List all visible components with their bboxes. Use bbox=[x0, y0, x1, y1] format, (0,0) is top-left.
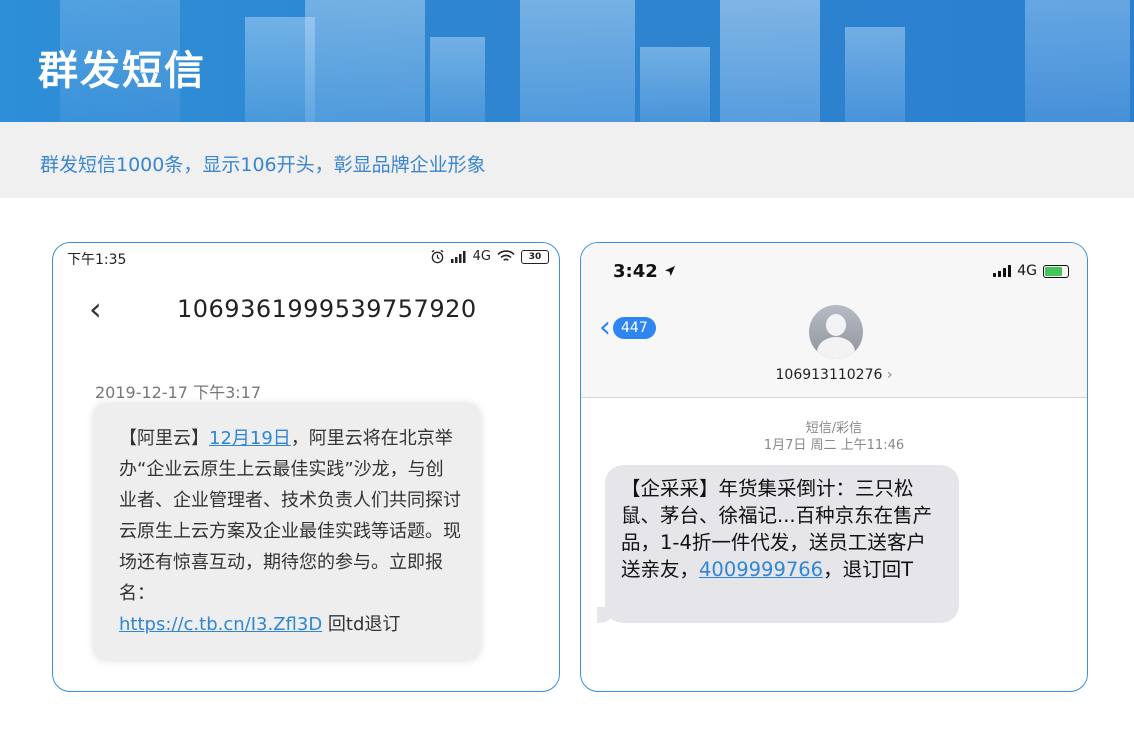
sender-number: 1069361999539757920 bbox=[177, 295, 477, 323]
battery-icon: 30 bbox=[521, 249, 549, 264]
signup-link[interactable]: https://c.tb.cn/I3.Zfl3D bbox=[119, 614, 322, 635]
status-bar: 下午1:35 4G 30 bbox=[67, 249, 549, 269]
status-icons: 4G bbox=[993, 263, 1069, 279]
building-graphic bbox=[305, 0, 425, 122]
date-link[interactable]: 12月19日 bbox=[209, 428, 291, 449]
network-type: 4G bbox=[472, 249, 491, 264]
message-bubble: 【阿里云】12月19日，阿里云将在北京举办“企业云原生上云最佳实践”沙龙，与创业… bbox=[93, 403, 481, 661]
location-icon bbox=[665, 266, 676, 276]
back-arrow-icon[interactable]: ‹ bbox=[89, 293, 102, 325]
message-prefix: 【阿里云】 bbox=[119, 428, 209, 449]
building-graphic bbox=[640, 47, 710, 122]
unread-count-badge: 447 bbox=[613, 317, 656, 339]
alarm-icon bbox=[431, 249, 444, 264]
chevron-right-icon: › bbox=[886, 367, 893, 383]
android-sms-screenshot: 下午1:35 4G 30 ‹ 1069361999539757920 2019-… bbox=[52, 242, 560, 692]
building-graphic bbox=[520, 0, 635, 122]
signal-icon bbox=[993, 265, 1012, 277]
conversation-header: 3:42 4G ‹ 447 106913110276 › bbox=[581, 243, 1087, 398]
ios-sms-screenshot: 3:42 4G ‹ 447 106913110276 › 短信/彩信 1月7日 … bbox=[580, 242, 1088, 692]
contact-avatar[interactable] bbox=[809, 305, 863, 359]
network-type: 4G bbox=[1017, 263, 1037, 279]
back-button[interactable]: ‹ 447 bbox=[599, 313, 656, 343]
banner-title: 群发短信 bbox=[38, 48, 206, 94]
building-graphic bbox=[1025, 0, 1130, 122]
signal-icon bbox=[450, 250, 466, 263]
header-banner: 群发短信 bbox=[0, 0, 1134, 122]
status-icons: 4G 30 bbox=[430, 249, 549, 264]
wifi-icon bbox=[497, 250, 515, 261]
message-bubble: 【企采采】年货集采倒计：三只松鼠、茅台、徐福记...百种京东在售产品，1-4折一… bbox=[605, 465, 959, 623]
status-time: 3:42 bbox=[613, 261, 676, 282]
phone-link[interactable]: 4009999766 bbox=[699, 558, 823, 581]
subtitle-text: 群发短信1000条，显示106开头，彰显品牌企业形象 bbox=[40, 154, 486, 176]
subtitle-strip: 群发短信1000条，显示106开头，彰显品牌企业形象 bbox=[0, 122, 1134, 198]
message-timestamp: 2019-12-17 下午3:17 bbox=[95, 383, 262, 402]
message-time-label: 1月7日 周二 上午11:46 bbox=[763, 438, 905, 453]
status-time: 下午1:35 bbox=[67, 252, 127, 268]
building-graphic bbox=[430, 37, 485, 122]
message-suffix: ，退订回T bbox=[823, 558, 914, 581]
chevron-left-icon: ‹ bbox=[599, 310, 611, 345]
message-body: ，阿里云将在北京举办“企业云原生上云最佳实践”沙龙，与创业者、企业管理者、技术负… bbox=[119, 428, 461, 604]
sender-number[interactable]: 106913110276 › bbox=[581, 367, 1087, 383]
building-graphic bbox=[720, 0, 820, 122]
building-graphic bbox=[845, 27, 905, 122]
message-suffix: 回td退订 bbox=[322, 614, 401, 635]
battery-charging-icon bbox=[1043, 264, 1069, 278]
